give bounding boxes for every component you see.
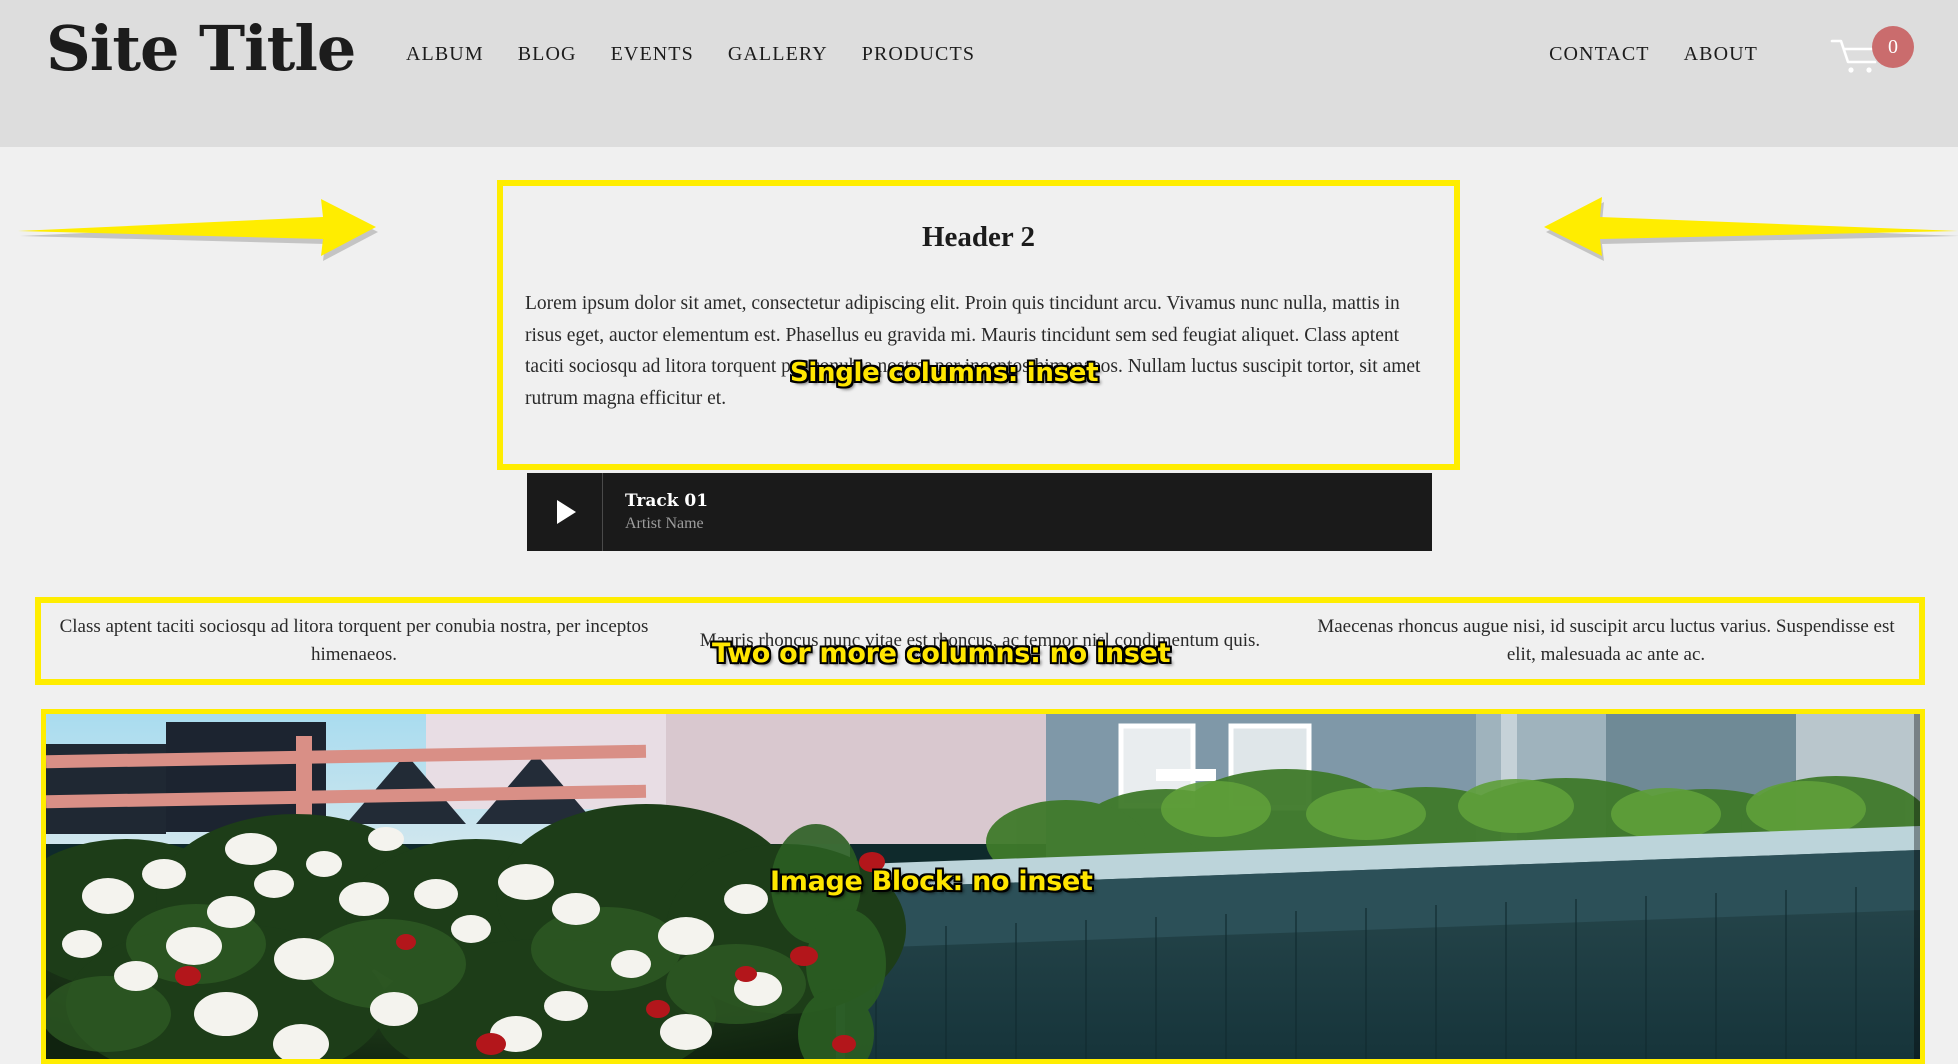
play-icon (557, 500, 576, 524)
nav-link-contact[interactable]: CONTACT (1549, 43, 1650, 66)
photo-right-edge-shadow (1914, 714, 1920, 1059)
cart-button[interactable]: 0 (1830, 26, 1920, 86)
column-1: Class aptent taciti sociosqu ad litora t… (59, 615, 649, 666)
nav-link-products[interactable]: PRODUCTS (862, 43, 975, 66)
audio-metadata: Track 01 Artist Name (603, 490, 708, 535)
right-pointing-arrow-annotation (1544, 197, 1958, 261)
garden-fence-photo (46, 714, 1920, 1059)
site-header: Site Title ALBUM BLOG EVENTS GALLERY PRO… (0, 0, 1958, 147)
photo-illustration (46, 714, 1920, 1059)
image-block (41, 709, 1925, 1064)
primary-navigation: ALBUM BLOG EVENTS GALLERY PRODUCTS (406, 43, 975, 66)
nav-link-blog[interactable]: BLOG (518, 43, 577, 66)
left-pointing-arrow-annotation (18, 199, 378, 261)
nav-link-about[interactable]: ABOUT (1684, 43, 1758, 66)
audio-track-title: Track 01 (625, 490, 709, 511)
audio-player-block[interactable]: Track 01 Artist Name (527, 473, 1432, 551)
nav-link-gallery[interactable]: GALLERY (728, 43, 828, 66)
secondary-navigation: CONTACT ABOUT (1549, 43, 1758, 66)
single-column-content-block: Header 2 Lorem ipsum dolor sit amet, con… (497, 180, 1460, 470)
multi-column-content-block: Class aptent taciti sociosqu ad litora t… (35, 597, 1925, 685)
site-title[interactable]: Site Title (46, 16, 356, 81)
nav-link-events[interactable]: EVENTS (611, 43, 694, 66)
cart-count-badge: 0 (1872, 26, 1914, 68)
audio-artist-name: Artist Name (625, 514, 704, 532)
block-paragraph: Lorem ipsum dolor sit amet, consectetur … (525, 293, 1421, 409)
column-3: Maecenas rhoncus augue nisi, id suscipit… (1317, 615, 1895, 666)
column-2: Mauris rhoncus nunc vitae est rhoncus, a… (699, 629, 1261, 651)
nav-link-album[interactable]: ALBUM (406, 43, 484, 66)
block-heading: Header 2 (921, 221, 1036, 253)
audio-play-button[interactable] (527, 473, 603, 551)
